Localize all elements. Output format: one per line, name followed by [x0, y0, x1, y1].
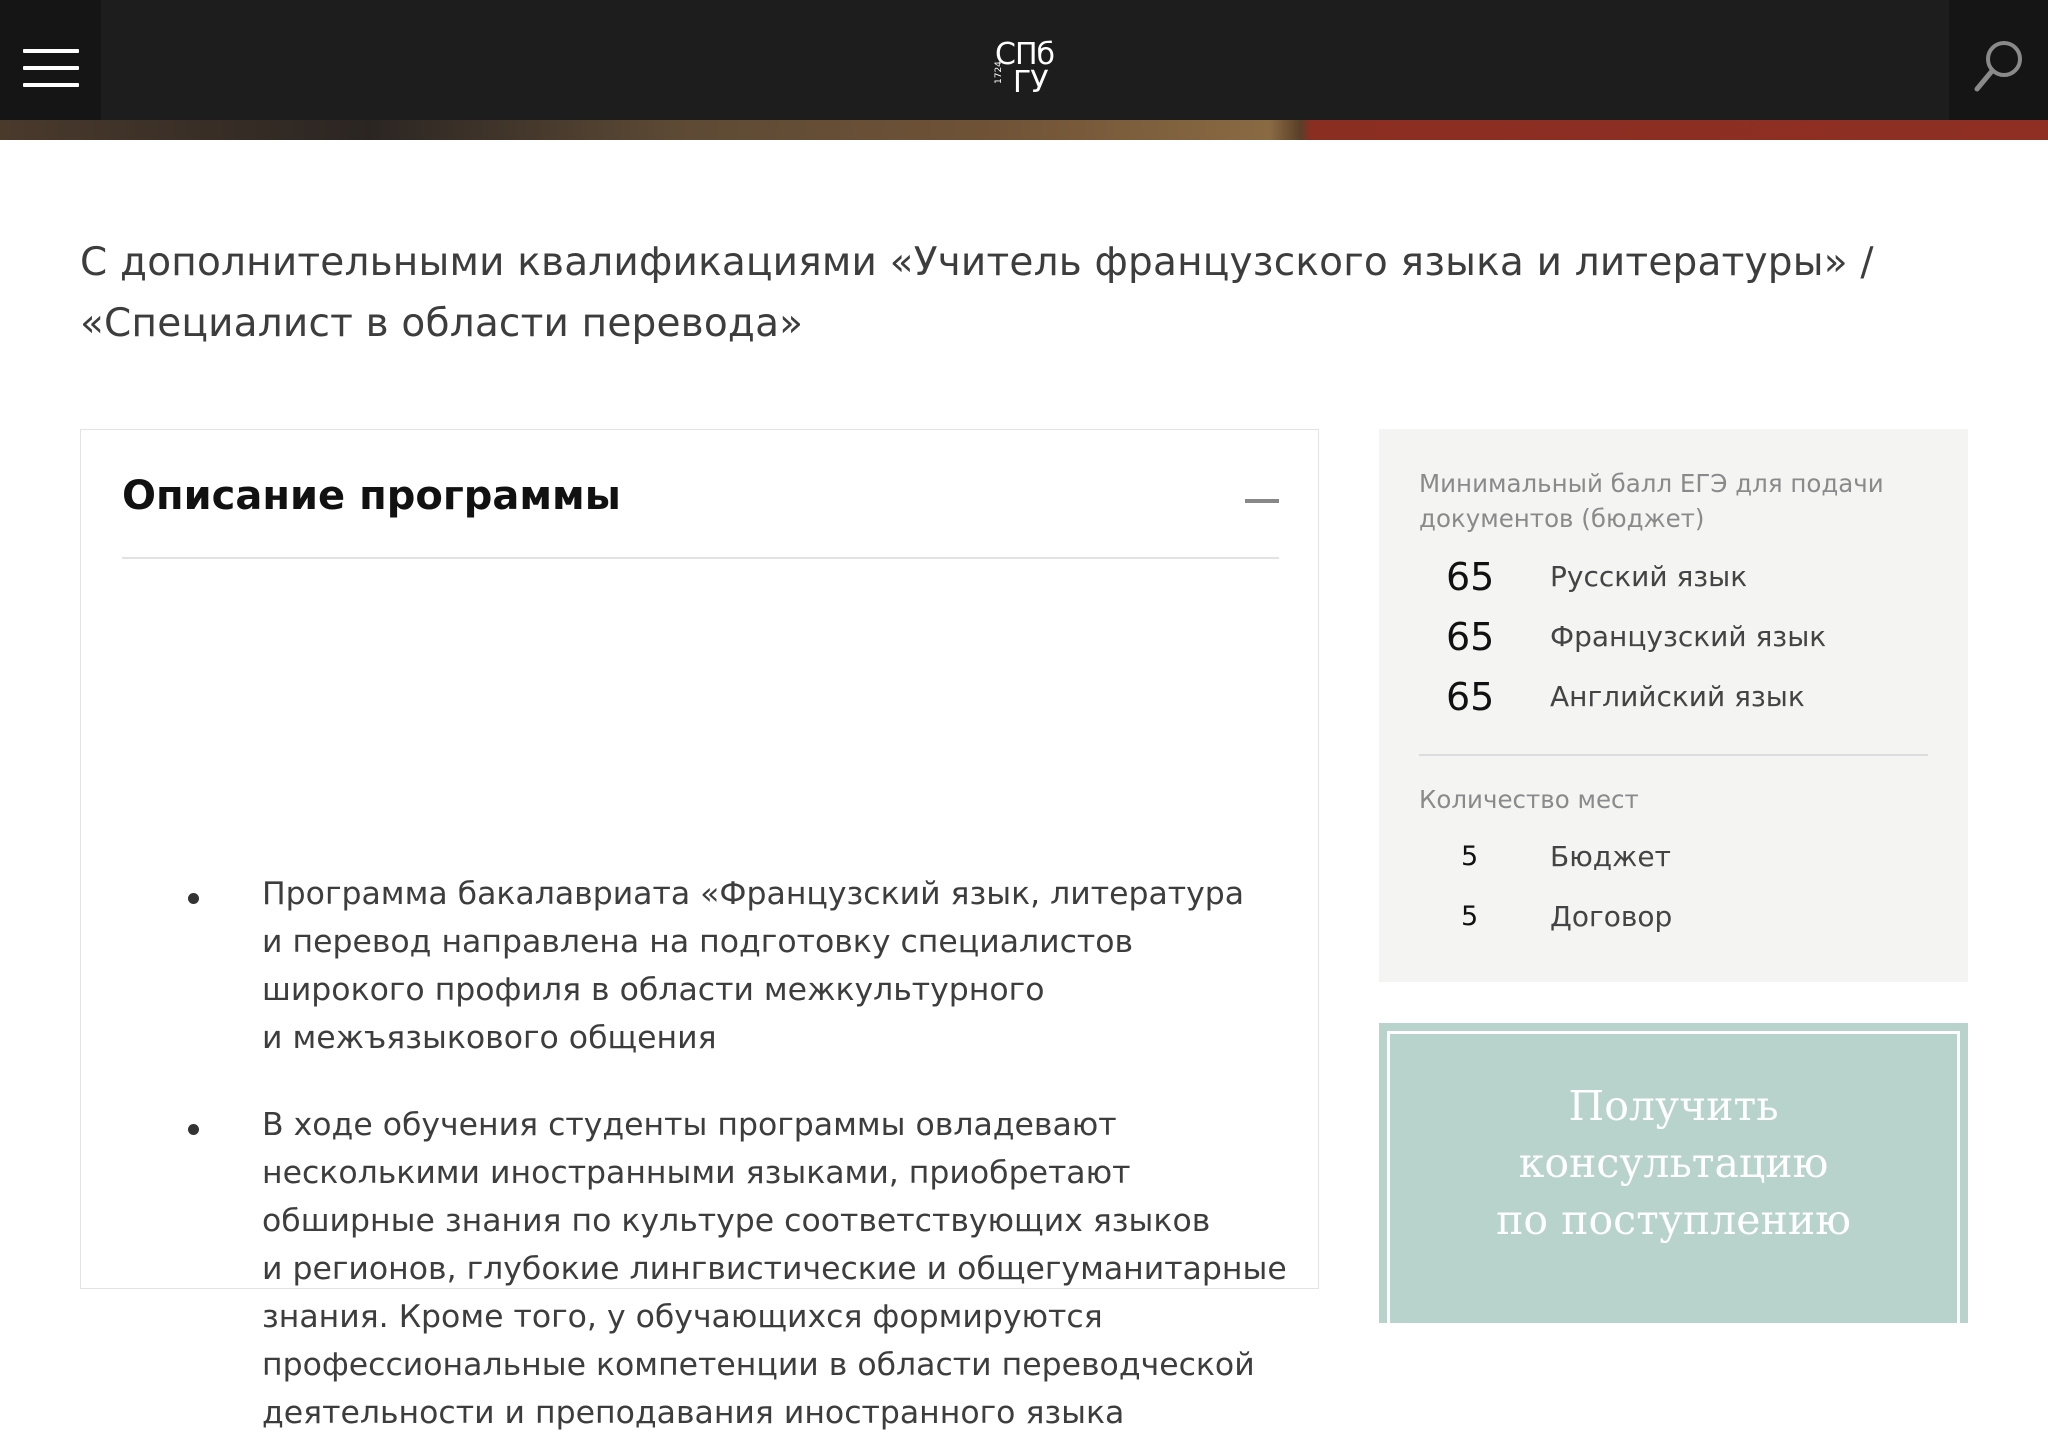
seat-value: 5	[1461, 901, 1479, 932]
program-description-title[interactable]: Описание программы	[122, 470, 621, 522]
score-value: 65	[1446, 555, 1495, 599]
search-button[interactable]	[1949, 0, 2048, 120]
site-header: СПб 1724 ГУ	[0, 0, 2048, 120]
hero-image-strip	[0, 120, 2048, 140]
score-subject: Русский язык	[1550, 560, 1748, 593]
divider	[1419, 754, 1928, 756]
seat-type: Договор	[1550, 900, 1673, 933]
hamburger-menu-icon-bar	[23, 83, 79, 87]
bullet-icon	[188, 893, 199, 904]
seats-label: Количество мест	[1419, 785, 1639, 814]
seat-value: 5	[1461, 841, 1479, 872]
score-value: 65	[1446, 675, 1495, 719]
divider	[122, 557, 1279, 559]
minus-icon[interactable]	[1245, 492, 1279, 510]
consultation-frame: Получить консультацию по поступлению	[1387, 1031, 1960, 1340]
get-consultation-button[interactable]: Получить консультацию по поступлению	[1379, 1023, 1968, 1340]
list-item-text: В ходе обучения студенты программы овлад…	[262, 1107, 1287, 1431]
seat-type: Бюджет	[1550, 840, 1671, 873]
program-qualifications-subtitle: С дополнительными квалификациями «Учител…	[80, 240, 1874, 346]
search-icon	[1974, 41, 2022, 92]
consultation-label: Получить консультацию по поступлению	[1496, 1082, 1851, 1244]
admission-stats-card: Минимальный балл ЕГЭ для подачи документ…	[1379, 429, 1968, 982]
logo-line-2: ГУ	[1013, 65, 1049, 100]
score-value: 65	[1446, 615, 1495, 659]
spbu-logo[interactable]: СПб 1724 ГУ	[985, 38, 1055, 100]
logo-year: 1724	[994, 61, 1004, 84]
score-subject: Французский язык	[1550, 620, 1827, 653]
bullet-icon	[188, 1124, 199, 1135]
hamburger-menu-icon-bar	[23, 66, 79, 70]
menu-button[interactable]	[0, 0, 101, 120]
hamburger-menu-icon	[23, 49, 79, 53]
min-score-label: Минимальный балл ЕГЭ для подачи документ…	[1419, 469, 1884, 533]
program-description-card: Описание программы Программа бакалавриат…	[80, 429, 1319, 1431]
score-subject: Английский язык	[1550, 680, 1805, 713]
list-item-text: Программа бакалавриата «Французский язык…	[262, 876, 1245, 1056]
